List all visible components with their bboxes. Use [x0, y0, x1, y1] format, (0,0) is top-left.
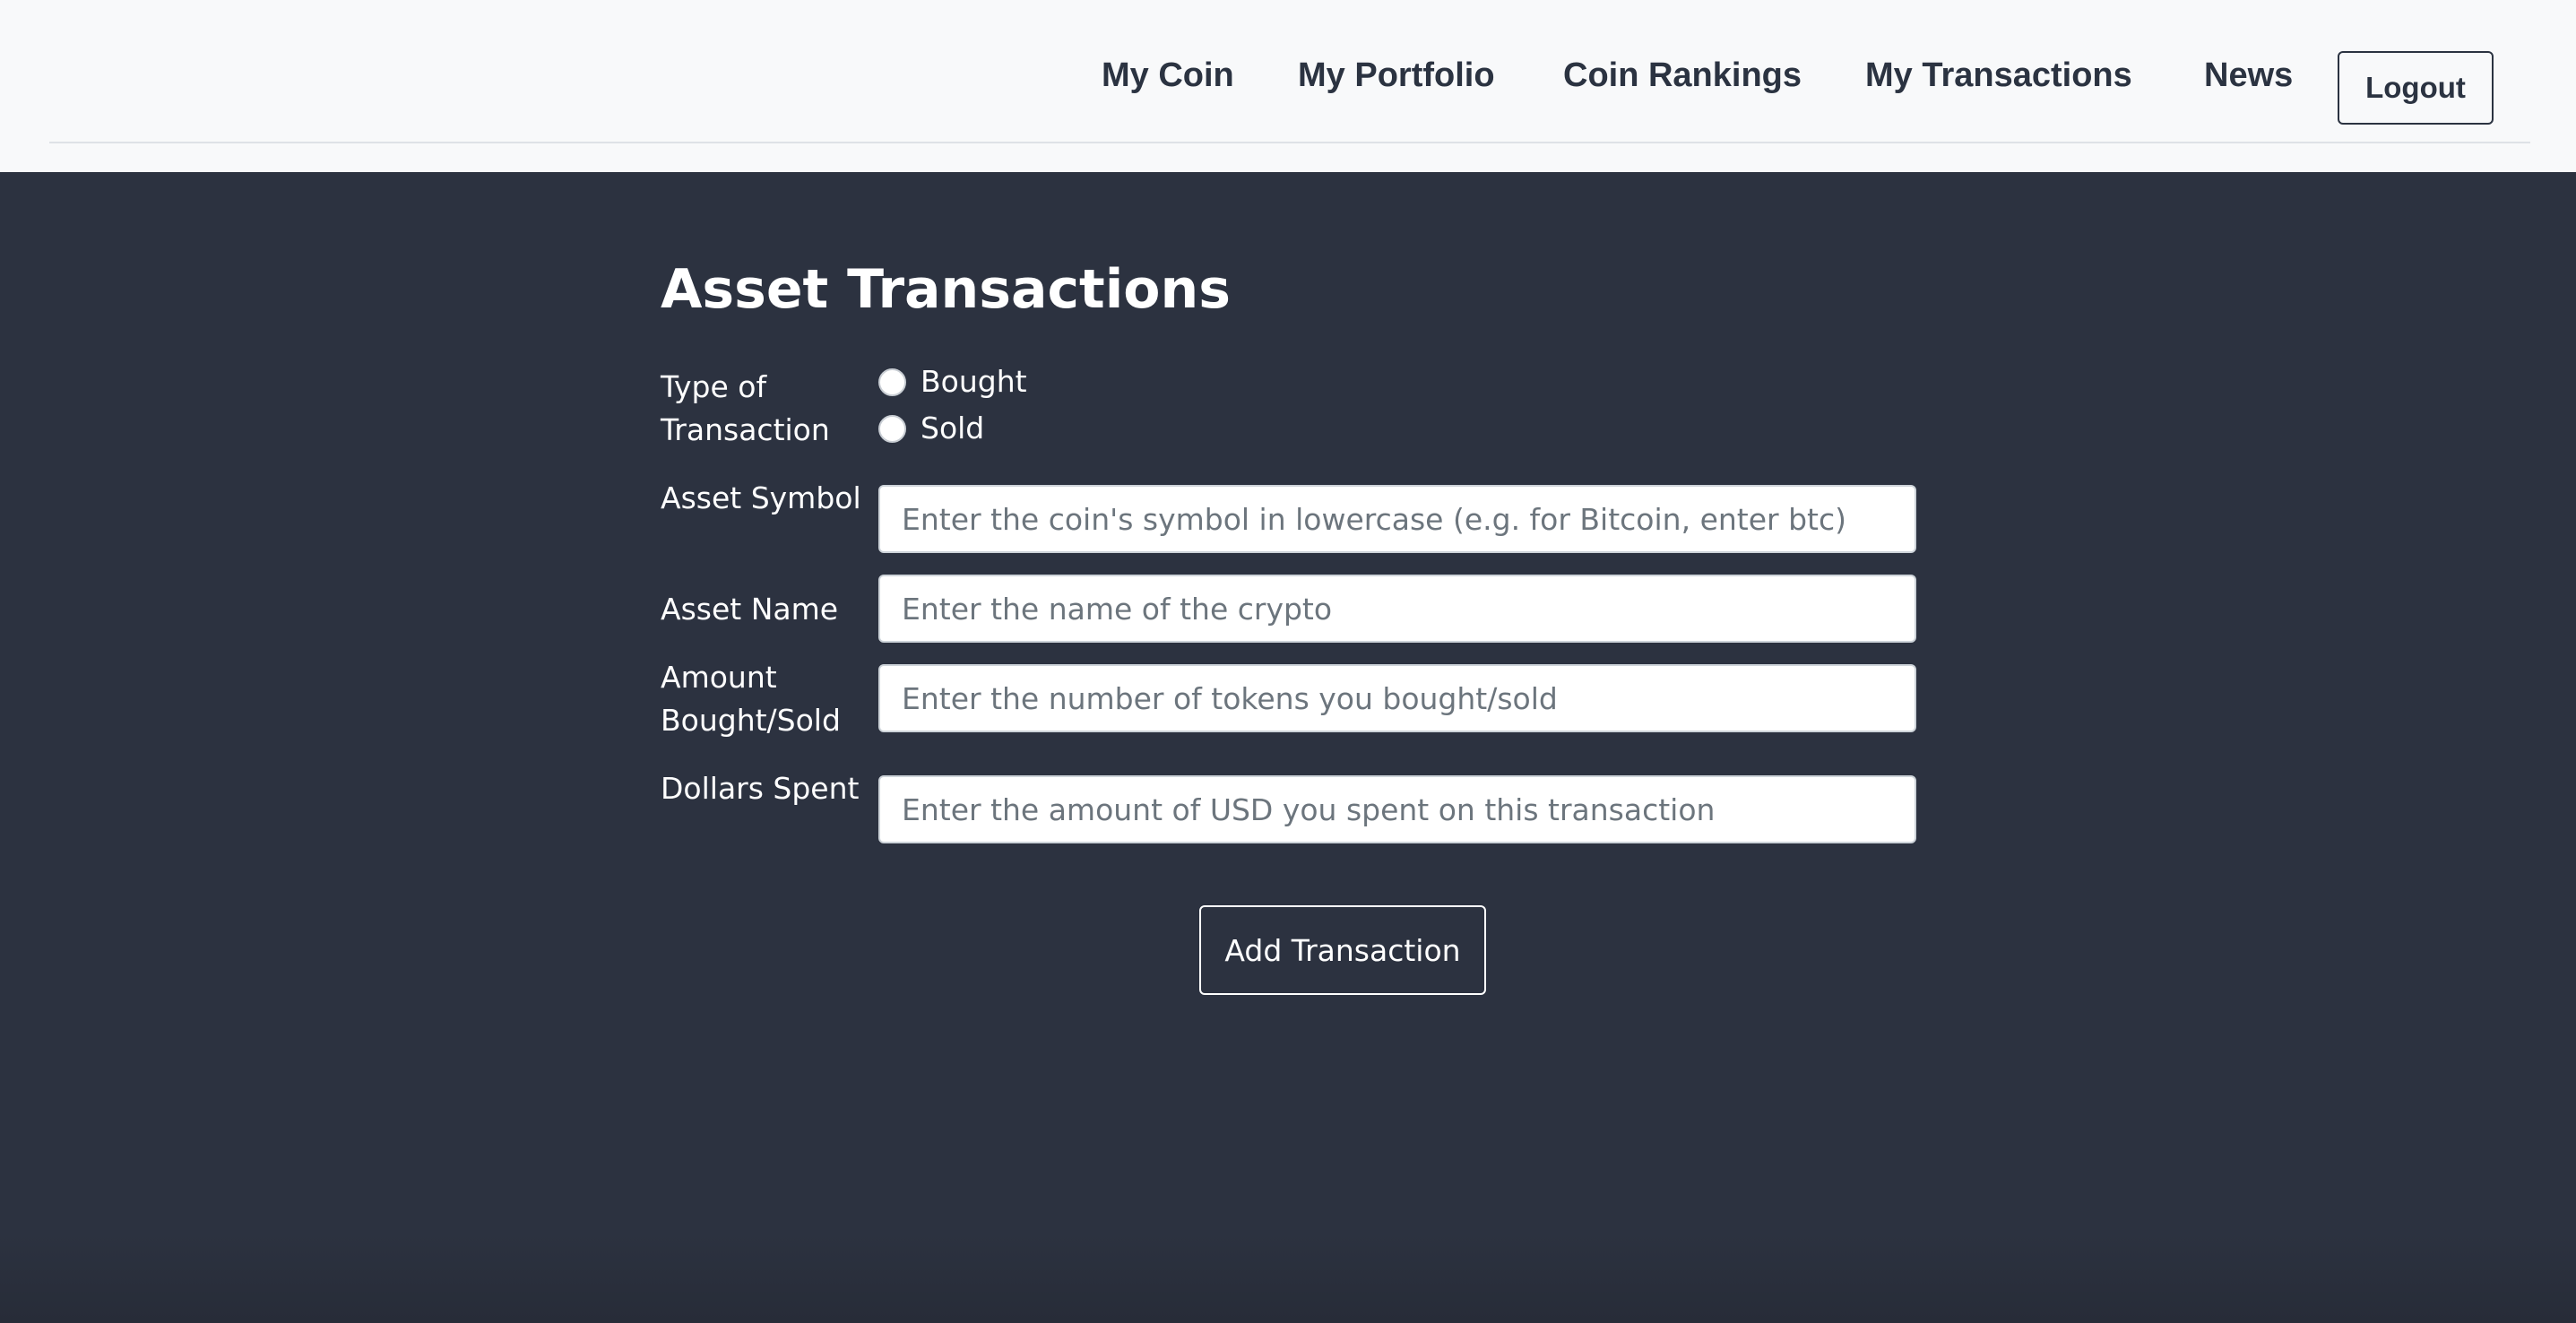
nav-link-my-coin[interactable]: My Coin: [1102, 56, 1234, 97]
bought-radio-label: Bought: [921, 364, 1027, 399]
asset-name-input[interactable]: [878, 575, 1916, 643]
amount-label: Amount Bought/Sold: [661, 660, 841, 738]
page-title: Asset Transactions: [661, 258, 1231, 321]
radio-option-sold[interactable]: Sold: [878, 411, 984, 446]
transaction-type-label: Type of Transaction: [661, 369, 830, 447]
add-transaction-button[interactable]: Add Transaction: [1199, 905, 1486, 995]
sold-radio-label: Sold: [921, 411, 985, 445]
dollars-spent-input[interactable]: [878, 775, 1916, 843]
nav-link-coin-rankings[interactable]: Coin Rankings: [1563, 56, 1802, 97]
radio-option-bought[interactable]: Bought: [878, 364, 1027, 400]
amount-input[interactable]: [878, 664, 1916, 732]
logout-button[interactable]: Logout: [2338, 51, 2494, 125]
sold-radio-button[interactable]: [878, 414, 906, 443]
nav-link-my-transactions[interactable]: My Transactions: [1865, 56, 2132, 97]
top-navbar: My Coin My Portfolio Coin Rankings My Tr…: [0, 0, 2576, 172]
asset-name-label: Asset Name: [661, 592, 839, 627]
asset-symbol-input[interactable]: [878, 485, 1916, 553]
dollars-spent-label: Dollars Spent: [661, 771, 860, 806]
asset-symbol-label: Asset Symbol: [661, 480, 861, 515]
nav-link-news[interactable]: News: [2204, 56, 2293, 97]
nav-link-my-portfolio[interactable]: My Portfolio: [1298, 56, 1495, 97]
bought-radio-button[interactable]: [878, 368, 906, 396]
navbar-divider: [49, 142, 2530, 143]
main-content: [0, 172, 2576, 1323]
